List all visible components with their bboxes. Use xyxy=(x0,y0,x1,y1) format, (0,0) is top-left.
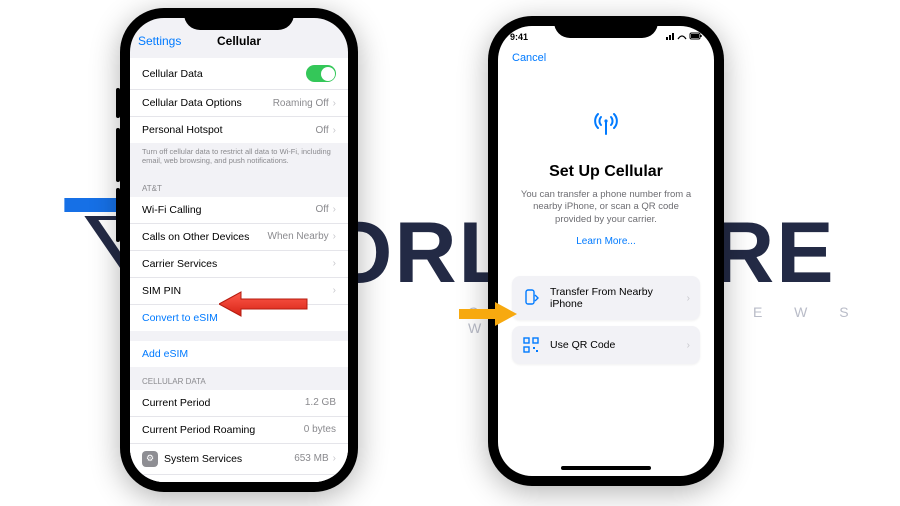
options-list: Transfer From Nearby iPhone › Use QR Cod… xyxy=(512,276,700,364)
chevron-right-icon: › xyxy=(333,453,336,464)
row-convert-to-esim[interactable]: Convert to eSIM xyxy=(130,305,348,331)
value: 1.2 GB xyxy=(305,397,336,408)
nav-bar: Settings Cellular xyxy=(130,34,348,48)
row-cellular-data-options[interactable]: Cellular Data Options Roaming Off › xyxy=(130,90,348,117)
value: Roaming Off xyxy=(273,98,329,109)
toggle-on-icon[interactable] xyxy=(306,65,336,82)
row-carrier-services[interactable]: Carrier Services › xyxy=(130,251,348,278)
page-title: Cellular xyxy=(217,34,261,48)
label: Add eSIM xyxy=(142,348,188,360)
label: SIM PIN xyxy=(142,285,181,297)
row-system-services[interactable]: ⚙ System Services 653 MB › xyxy=(130,444,348,475)
chevron-right-icon: › xyxy=(333,231,336,242)
value: Off xyxy=(316,125,329,136)
status-icons xyxy=(666,32,702,43)
row-personal-hotspot[interactable]: Personal Hotspot Off › xyxy=(130,117,348,143)
section-carrier: AT&T xyxy=(130,174,348,197)
setup-title: Set Up Cellular xyxy=(518,163,694,181)
row-current-period-roaming: Current Period Roaming 0 bytes xyxy=(130,417,348,444)
chevron-right-icon: › xyxy=(333,204,336,215)
label: Cellular Data xyxy=(142,68,203,80)
value: Off xyxy=(316,204,329,215)
label: Cellular Data Options xyxy=(142,97,242,109)
footnote: Turn off cellular data to restrict all d… xyxy=(130,143,348,174)
home-indicator[interactable] xyxy=(561,466,651,470)
time: 9:41 xyxy=(510,32,528,43)
setup-body: You can transfer a phone number from a n… xyxy=(518,189,694,226)
label: Wi-Fi Calling xyxy=(142,204,202,216)
value: When Nearby xyxy=(268,231,329,242)
label: Transfer From Nearby iPhone xyxy=(550,286,677,310)
section-cellular-data: CELLULAR DATA xyxy=(130,367,348,390)
chevron-right-icon: › xyxy=(687,293,690,304)
label: System Services xyxy=(164,453,242,465)
cancel-button[interactable]: Cancel xyxy=(512,52,546,64)
phone-right-screen: 9:41 Cancel Set Up Cellular You can tran… xyxy=(498,26,714,476)
row-current-period: Current Period 1.2 GB xyxy=(130,390,348,417)
label: Use QR Code xyxy=(550,339,615,351)
label: Personal Hotspot xyxy=(142,124,223,136)
label: Calls on Other Devices xyxy=(142,231,249,243)
phone-transfer-icon xyxy=(522,289,540,307)
settings-list[interactable]: Cellular Data Cellular Data Options Roam… xyxy=(130,58,348,482)
row-wifi-calling[interactable]: Wi-Fi Calling Off › xyxy=(130,197,348,224)
value: 0 bytes xyxy=(304,424,336,435)
signal-wifi-battery-icon xyxy=(666,32,702,41)
label: Current Period Roaming xyxy=(142,424,255,436)
chevron-right-icon: › xyxy=(333,98,336,109)
row-sim-pin[interactable]: SIM PIN › xyxy=(130,278,348,305)
phone-left: Settings Cellular Cellular Data Cellular… xyxy=(120,8,358,492)
row-calls-on-other[interactable]: Calls on Other Devices When Nearby › xyxy=(130,224,348,251)
option-transfer-from-nearby[interactable]: Transfer From Nearby iPhone › xyxy=(512,276,700,320)
setup-content: Set Up Cellular You can transfer a phone… xyxy=(498,106,714,247)
label: Convert to eSIM xyxy=(142,312,218,324)
chevron-right-icon: › xyxy=(333,125,336,136)
label: Carrier Services xyxy=(142,258,217,270)
phone-left-screen: Settings Cellular Cellular Data Cellular… xyxy=(130,18,348,482)
qr-code-icon xyxy=(522,336,540,354)
learn-more-link[interactable]: Learn More... xyxy=(518,236,694,247)
row-maps[interactable]: Maps 166 MB xyxy=(130,475,348,482)
label: Current Period xyxy=(142,397,210,409)
notch xyxy=(184,8,294,30)
value: 653 MB xyxy=(294,453,328,464)
row-cellular-data[interactable]: Cellular Data xyxy=(130,58,348,90)
notch xyxy=(554,16,658,38)
row-add-esim[interactable]: Add eSIM xyxy=(130,341,348,367)
option-use-qr-code[interactable]: Use QR Code › xyxy=(512,326,700,364)
gear-icon: ⚙ xyxy=(142,451,158,467)
back-button[interactable]: Settings xyxy=(138,34,181,48)
antenna-icon xyxy=(518,106,694,145)
chevron-right-icon: › xyxy=(333,258,336,269)
chevron-right-icon: › xyxy=(333,285,336,296)
phone-right: 9:41 Cancel Set Up Cellular You can tran… xyxy=(488,16,724,486)
chevron-right-icon: › xyxy=(687,340,690,351)
